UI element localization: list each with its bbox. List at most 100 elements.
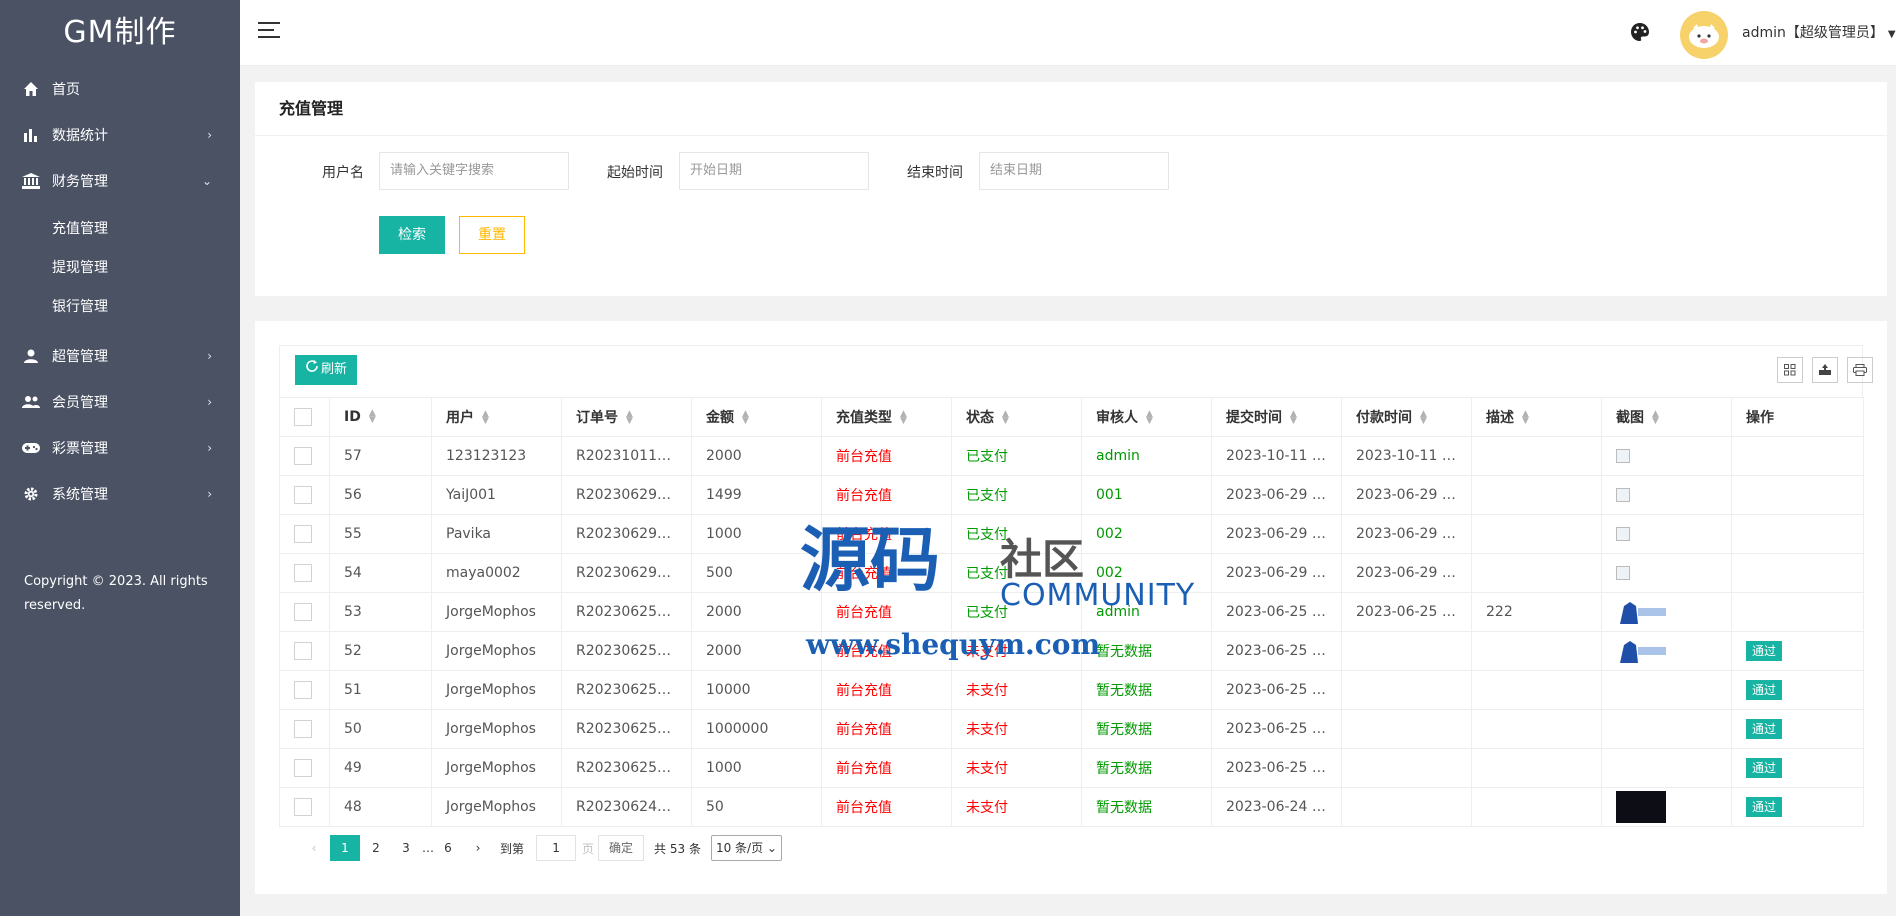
sort-icon[interactable]: ▲ ▼ (1420, 410, 1427, 426)
row-checkbox[interactable] (294, 759, 312, 777)
row-checkbox[interactable] (294, 525, 312, 543)
users-icon (22, 393, 40, 411)
broken-image-icon[interactable] (1616, 527, 1630, 541)
end-date-input[interactable]: 结束日期 (979, 152, 1169, 190)
approve-button[interactable]: 通过 (1746, 641, 1783, 661)
row-checkbox[interactable] (294, 798, 312, 816)
nav-item-lottery[interactable]: 彩票管理 › (0, 425, 240, 471)
nav-item-super-admin[interactable]: 超管管理 › (0, 333, 240, 379)
row-checkbox[interactable] (294, 564, 312, 582)
nav-item-system[interactable]: 系统管理 › (0, 471, 240, 517)
column-header[interactable]: 审核人 ▲ ▼ (1081, 397, 1212, 437)
screenshot-thumbnail[interactable] (1616, 637, 1668, 665)
cell-user: JorgeMophos (431, 631, 562, 671)
prev-page-icon[interactable]: ‹ (300, 835, 328, 861)
select-cell (279, 748, 330, 788)
page-button[interactable]: 3 (392, 835, 420, 861)
row-checkbox[interactable] (294, 681, 312, 699)
start-time-label: 起始时间 (607, 165, 663, 181)
row-checkbox[interactable] (294, 642, 312, 660)
sort-icon[interactable]: ▲ ▼ (1522, 410, 1529, 426)
column-header[interactable]: ID ▲ ▼ (329, 397, 432, 437)
cell-submit-time: 2023-06-29 2… (1211, 553, 1342, 593)
broken-image-icon[interactable] (1616, 449, 1630, 463)
cell-reviewer: 暂无数据 (1081, 709, 1212, 749)
menu-toggle-icon[interactable] (258, 22, 280, 42)
cell-user: JorgeMophos (431, 709, 562, 749)
sort-icon[interactable]: ▲ ▼ (482, 410, 489, 426)
sort-icon[interactable]: ▲ ▼ (1290, 410, 1297, 426)
avatar[interactable] (1680, 11, 1728, 59)
screenshot-thumbnail[interactable] (1616, 791, 1666, 823)
page-button[interactable]: 1 (330, 835, 360, 861)
sort-icon[interactable]: ▲ ▼ (626, 410, 633, 426)
page-button[interactable]: 6 (434, 835, 462, 861)
sort-icon[interactable]: ▲ ▼ (1002, 410, 1009, 426)
sub-item-recharge[interactable]: 充值管理 (0, 210, 240, 249)
column-header[interactable]: 付款时间 ▲ ▼ (1341, 397, 1472, 437)
column-header[interactable]: 描述 ▲ ▼ (1471, 397, 1602, 437)
screenshot-thumbnail[interactable] (1616, 598, 1668, 626)
user-name-label: admin【超级管理员】 (1742, 25, 1884, 41)
approve-button[interactable]: 通过 (1746, 758, 1783, 778)
cell-reviewer: 002 (1081, 553, 1212, 593)
nav-item-home[interactable]: 首页 (0, 66, 240, 112)
sort-icon[interactable]: ▲ ▼ (1146, 410, 1153, 426)
broken-image-icon[interactable] (1616, 566, 1630, 580)
column-header[interactable]: 提交时间 ▲ ▼ (1211, 397, 1342, 437)
copyright-text: Copyright © 2023. All rights reserved. (24, 574, 208, 613)
cell-order-no: R202306250… (561, 631, 692, 671)
goto-confirm-button[interactable]: 确定 (598, 835, 645, 861)
sort-icon[interactable]: ▲ ▼ (900, 410, 907, 426)
approve-button[interactable]: 通过 (1746, 797, 1783, 817)
page-size-select[interactable]: 10 条/页 ⌄ (710, 835, 782, 861)
user-menu[interactable]: admin【超级管理员】 ▼ (1742, 22, 1896, 42)
column-header[interactable]: 充值类型 ▲ ▼ (821, 397, 952, 437)
palette-icon[interactable] (1630, 22, 1652, 44)
gamepad-icon (22, 439, 40, 457)
nav-item-members[interactable]: 会员管理 › (0, 379, 240, 425)
row-checkbox[interactable] (294, 447, 312, 465)
row-checkbox[interactable] (294, 486, 312, 504)
goto-page-input[interactable]: 1 (536, 835, 577, 861)
column-header[interactable]: 状态 ▲ ▼ (951, 397, 1082, 437)
broken-image-icon[interactable] (1616, 488, 1630, 502)
sub-item-withdraw[interactable]: 提现管理 (0, 249, 240, 288)
column-header[interactable]: 金额 ▲ ▼ (691, 397, 822, 437)
page-button[interactable]: 2 (362, 835, 390, 861)
column-header[interactable]: 订单号 ▲ ▼ (561, 397, 692, 437)
cell-recharge-type: 前台充值 (821, 553, 952, 593)
export-icon[interactable] (1812, 357, 1838, 383)
approve-button[interactable]: 通过 (1746, 680, 1783, 700)
cell-reviewer: 暂无数据 (1081, 787, 1212, 827)
reset-button[interactable]: 重置 (459, 216, 525, 254)
columns-filter-icon[interactable] (1777, 357, 1803, 383)
cell-paid-time (1341, 748, 1472, 788)
cell-recharge-type: 前台充值 (821, 475, 952, 515)
cell-recharge-type: 前台充值 (821, 748, 952, 788)
search-button[interactable]: 检索 (379, 216, 445, 254)
sort-icon[interactable]: ▲ ▼ (1652, 410, 1659, 426)
nav-item-statistics[interactable]: 数据统计 › (0, 112, 240, 158)
cell-id: 54 (329, 553, 432, 593)
username-input[interactable]: 请输入关键字搜索 (379, 152, 569, 190)
select-all-checkbox[interactable] (294, 408, 312, 426)
row-checkbox[interactable] (294, 720, 312, 738)
column-header[interactable]: 用户 ▲ ▼ (431, 397, 562, 437)
approve-button[interactable]: 通过 (1746, 719, 1783, 739)
next-page-icon[interactable]: › (464, 835, 492, 861)
sort-icon[interactable]: ▲ ▼ (369, 409, 376, 425)
finance-submenu: 充值管理 提现管理 银行管理 (0, 204, 240, 333)
start-date-input[interactable]: 开始日期 (679, 152, 869, 190)
sub-item-bank[interactable]: 银行管理 (0, 288, 240, 327)
page-title: 充值管理 (255, 82, 1887, 136)
column-header[interactable]: 截图 ▲ ▼ (1601, 397, 1732, 437)
sort-icon[interactable]: ▲ ▼ (742, 410, 749, 426)
nav-item-finance[interactable]: 财务管理 ⌄ (0, 158, 240, 204)
print-icon[interactable] (1847, 357, 1873, 383)
cell-order-no: R202306250… (561, 592, 692, 632)
goto-label: 到第 (500, 841, 525, 856)
column-header-label: 操作 (1746, 410, 1774, 426)
row-checkbox[interactable] (294, 603, 312, 621)
refresh-button[interactable]: 刷新 (295, 355, 358, 385)
